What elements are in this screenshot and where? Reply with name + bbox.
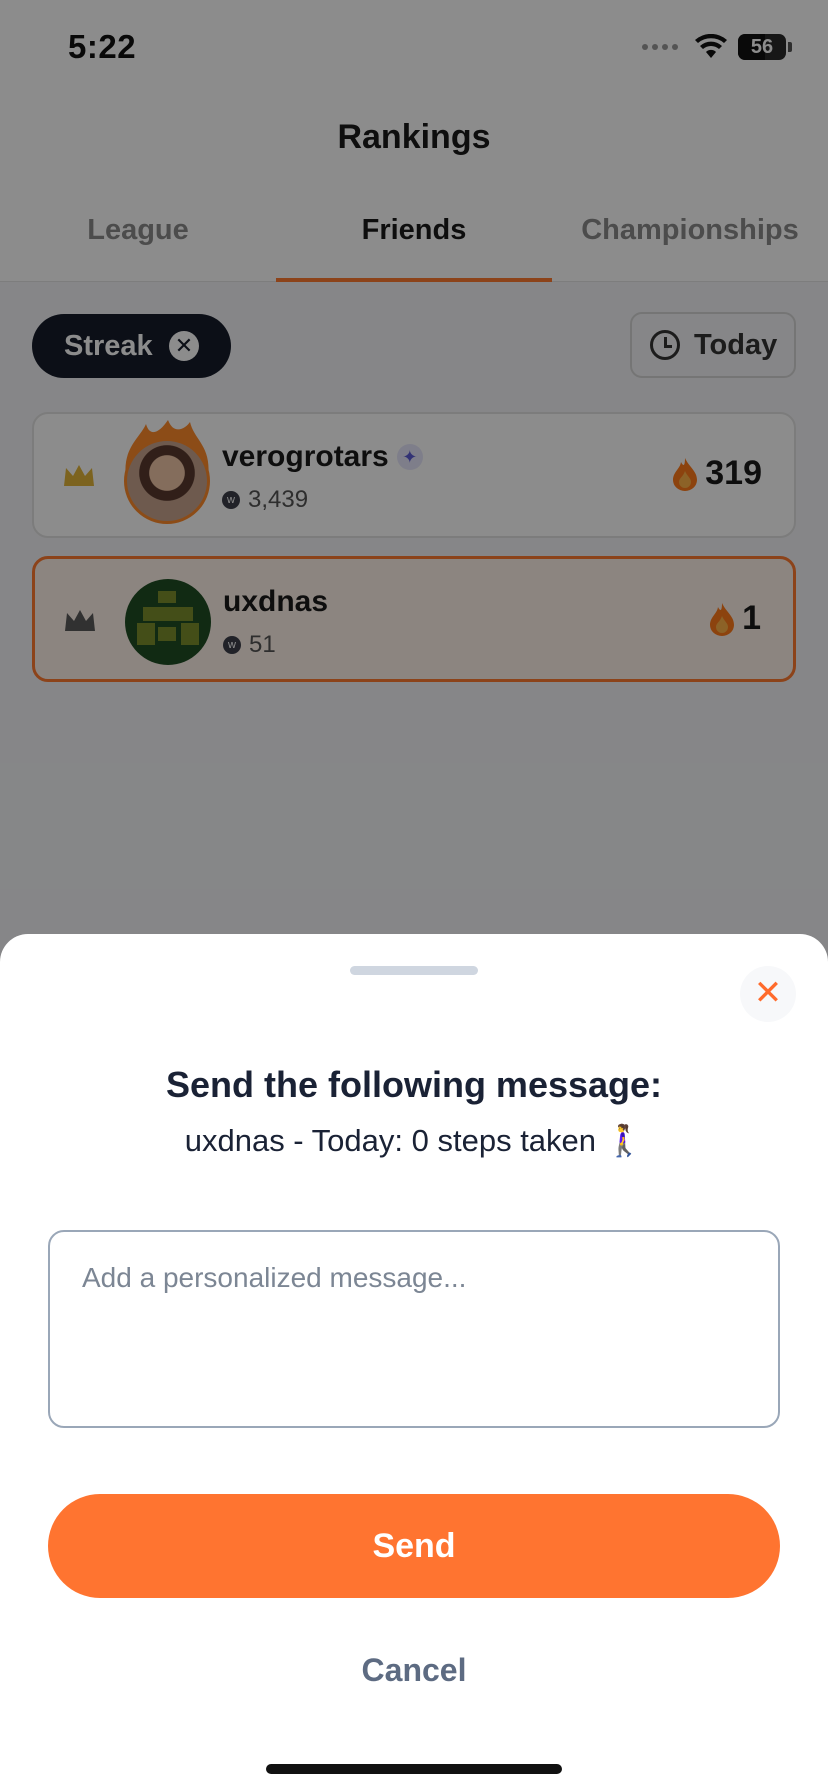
send-message-sheet: ✕ Send the following message: uxdnas - T… [0,934,828,1792]
home-indicator [266,1764,562,1774]
send-button[interactable]: Send [48,1494,780,1598]
sheet-title: Send the following message: [165,1064,663,1105]
screen: 5:22 56 Rankings League Friends Champion… [0,0,828,1792]
close-icon[interactable]: ✕ [740,966,796,1022]
sheet-subtitle: uxdnas - Today: 0 steps taken 🚶‍♀️ [184,1123,644,1158]
sheet-grabber[interactable] [350,966,478,975]
cancel-button[interactable]: Cancel [0,1652,828,1689]
personal-message-input[interactable] [48,1230,780,1428]
